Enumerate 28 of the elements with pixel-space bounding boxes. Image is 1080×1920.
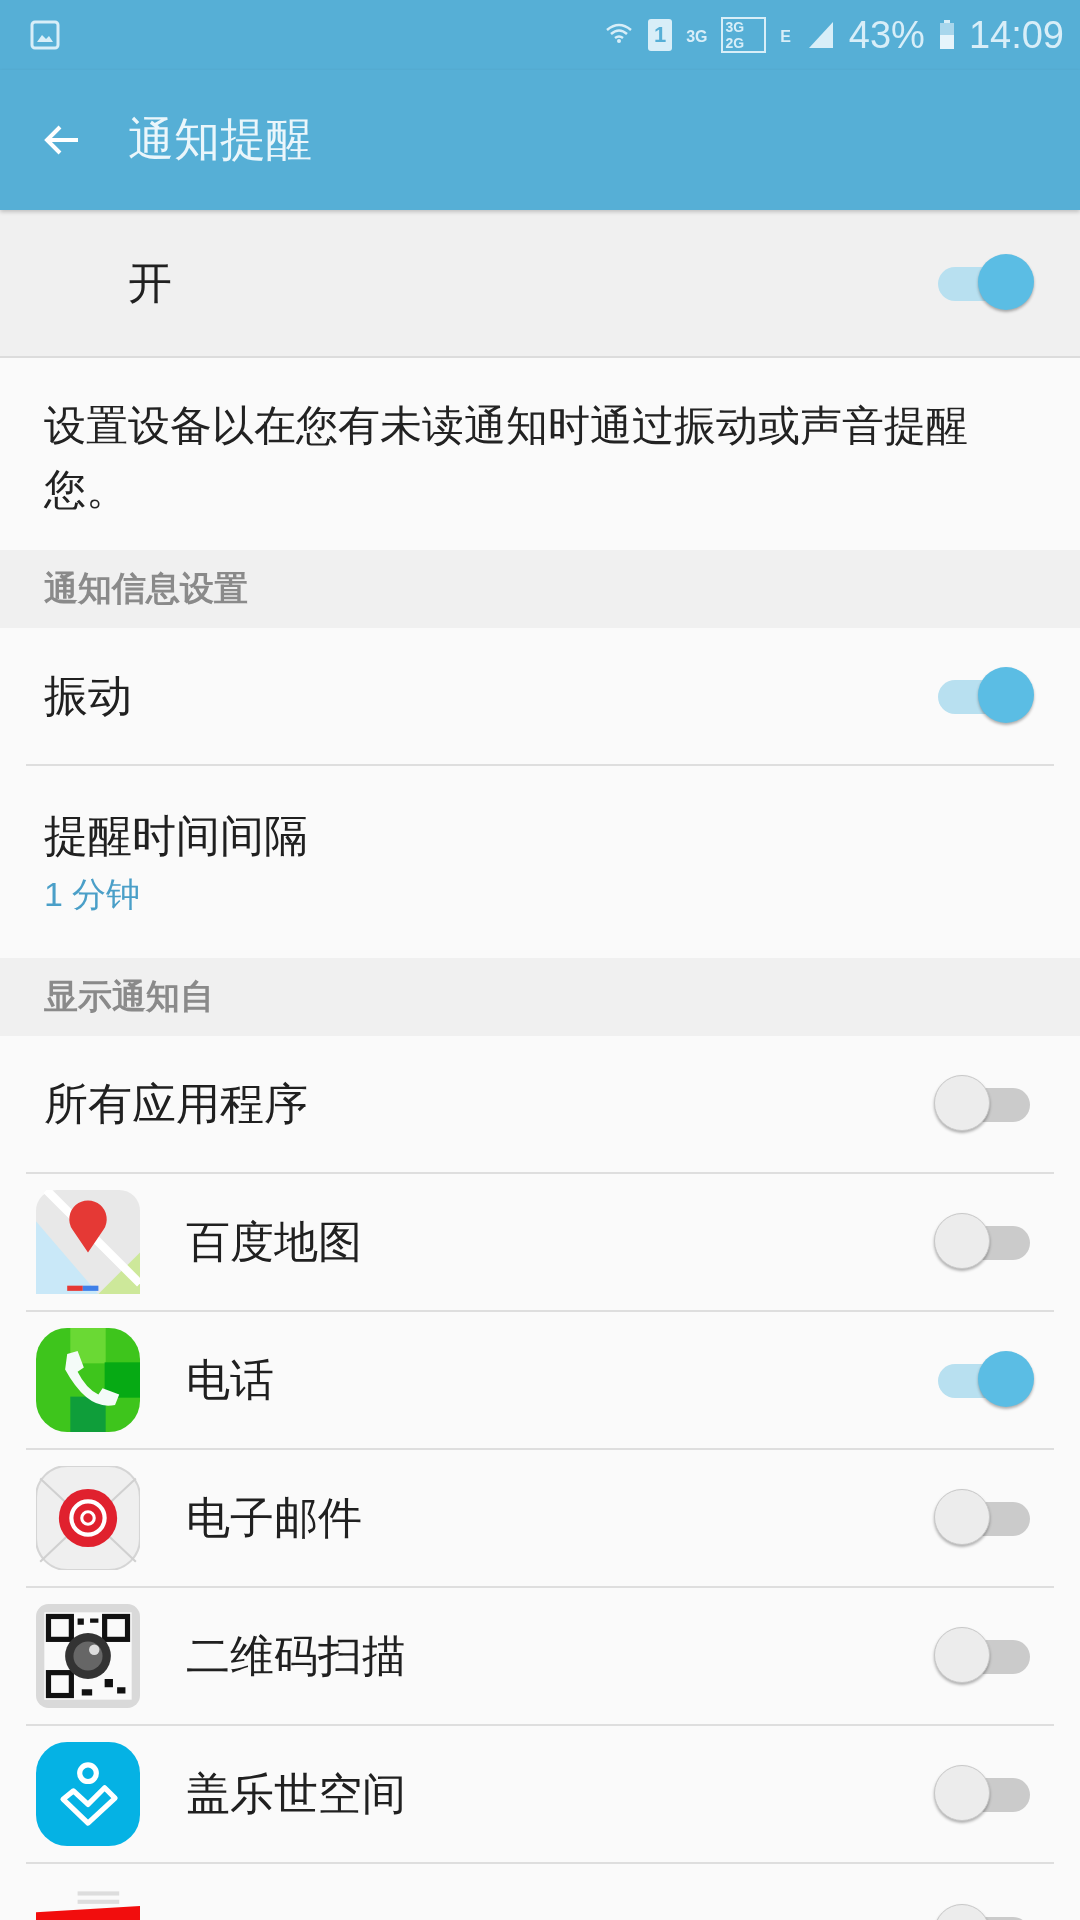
screen-title: 通知提醒 <box>128 112 312 167</box>
battery-icon <box>938 20 955 50</box>
description-text: 设置设备以在您有未读通知时通过振动或声音提醒您。 <box>43 401 969 515</box>
envelope-icon <box>36 1466 140 1570</box>
setting-label: 盖乐世空间 <box>186 1767 406 1820</box>
qr-code-icon <box>36 1604 140 1708</box>
master-switch-row[interactable]: 开 <box>0 210 1080 358</box>
map-pin-icon <box>36 1190 140 1294</box>
switch-label: 开 <box>128 256 172 309</box>
network-type: E <box>780 27 791 46</box>
setting-label: 电话 <box>186 1353 274 1406</box>
section-header: 显示通知自 <box>0 958 1080 1036</box>
setting-label: 二维码扫描 <box>186 1629 406 1682</box>
heart-pin-icon <box>36 1742 140 1846</box>
image-icon <box>30 20 60 50</box>
network-type: 3G <box>686 27 708 46</box>
section-header: 通知信息设置 <box>0 550 1080 628</box>
setting-label: 百度地图 <box>186 1215 362 1268</box>
setting-label: 所有应用程序 <box>44 1077 308 1130</box>
setting-label: 电子邮件 <box>186 1491 362 1544</box>
setting-value: 1 分钟 <box>44 873 142 915</box>
setting-label: 振动 <box>44 669 132 722</box>
setting-label[interactable]: 提醒时间间隔 <box>44 806 308 866</box>
clock: 14:09 <box>968 13 1064 57</box>
phone-icon <box>36 1328 140 1432</box>
battery-percentage: 43% <box>848 13 925 57</box>
sim-card-icon: 1 <box>648 19 673 51</box>
dual-network-indicator: 3G 2G <box>721 17 767 53</box>
